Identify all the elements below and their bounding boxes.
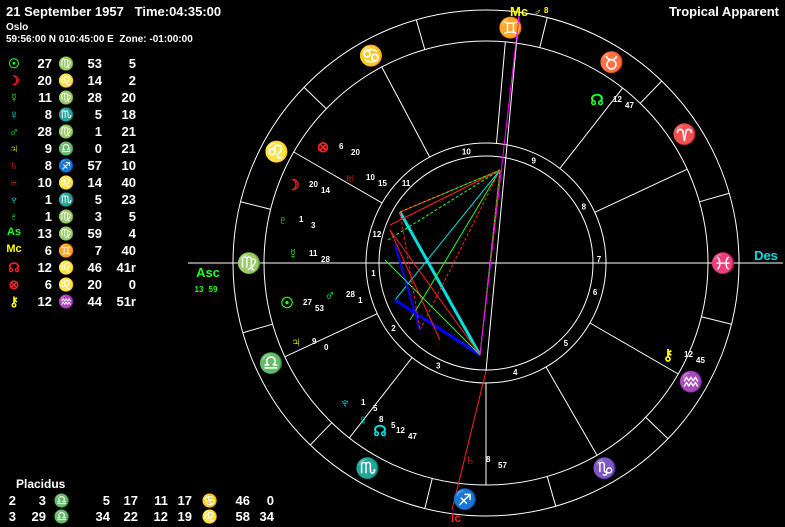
moon-minutes: 14 bbox=[321, 186, 330, 195]
cancer-sign-glyph: ♋ bbox=[359, 44, 384, 68]
sun-minutes: 53 bbox=[315, 304, 324, 313]
aries-sign-glyph: ♈ bbox=[672, 122, 697, 146]
house-number: 9 bbox=[532, 157, 537, 166]
scorpio-sign-glyph: ♏ bbox=[355, 456, 380, 480]
ic-label: Ic bbox=[451, 511, 461, 525]
mars-degree: 28 bbox=[346, 290, 355, 299]
sign-divider bbox=[240, 201, 271, 210]
chiron-glyph: ⚷ bbox=[663, 347, 674, 364]
uranus-degree: 10 bbox=[366, 173, 375, 182]
sign-divider bbox=[424, 478, 433, 509]
chiron-degree: 12 bbox=[684, 350, 693, 359]
node-minutes: 47 bbox=[408, 432, 417, 441]
sign-divider bbox=[309, 422, 333, 446]
mc-minutes: 8 bbox=[544, 6, 549, 15]
pisces-sign-glyph: ♓ bbox=[711, 251, 736, 275]
sign-divider bbox=[242, 323, 273, 334]
mars-minutes: 1 bbox=[358, 296, 363, 305]
chiron-minutes: 45 bbox=[696, 356, 705, 365]
house-number: 8 bbox=[582, 203, 587, 212]
sign-divider bbox=[546, 476, 557, 507]
sign-divider bbox=[699, 192, 730, 203]
jupiter-degree: 9 bbox=[312, 337, 317, 346]
node-in-taurus-glyph: ☊ bbox=[590, 92, 603, 109]
libra-sign-glyph: ♎ bbox=[259, 351, 284, 375]
virgo-sign-glyph: ♍ bbox=[237, 251, 262, 275]
sign-divider bbox=[539, 17, 548, 48]
house-number: 2 bbox=[391, 324, 396, 333]
aspect-line bbox=[394, 169, 501, 301]
node-glyph: ☊ bbox=[373, 423, 386, 440]
house-number: 3 bbox=[436, 361, 441, 370]
mc-ruler-glyph: ♂ bbox=[534, 7, 542, 18]
mercury-glyph: ☿ bbox=[287, 246, 298, 263]
aspect-line bbox=[419, 169, 501, 331]
moon-degree: 20 bbox=[309, 180, 318, 189]
neptune-glyph: ♆ bbox=[339, 395, 350, 412]
pof-glyph: ⊗ bbox=[317, 139, 330, 156]
jupiter-glyph: ♃ bbox=[290, 334, 301, 351]
des-label: Des bbox=[754, 248, 778, 263]
venus-glyph: ♀ bbox=[357, 412, 368, 429]
asc-minutes: 59 bbox=[209, 285, 218, 294]
sign-divider bbox=[645, 416, 669, 440]
aspect-line bbox=[389, 229, 481, 356]
house-cusp-line bbox=[381, 66, 431, 158]
pluto-glyph: ♇ bbox=[277, 212, 288, 229]
sign-divider bbox=[415, 19, 426, 50]
house-number: 11 bbox=[402, 179, 411, 188]
sign-divider bbox=[639, 80, 663, 104]
house-cusp-line bbox=[545, 366, 598, 456]
uranus-glyph: ♅ bbox=[344, 170, 355, 187]
house-number: 7 bbox=[597, 255, 602, 264]
house-cusp-line bbox=[495, 41, 506, 144]
node-degree: 12 bbox=[396, 426, 405, 435]
house-number: 6 bbox=[593, 288, 598, 297]
mercury-degree: 11 bbox=[309, 249, 318, 258]
natal-chart-wheel: 123456789101112♊♉♈♓♒♑♐♏♎♍♌♋Mc ♂ 8IcAsc13 59… bbox=[188, 4, 783, 525]
house-number: 5 bbox=[564, 339, 569, 348]
aspect-line bbox=[394, 298, 481, 357]
house-number: 4 bbox=[513, 368, 518, 377]
pluto-minutes: 3 bbox=[311, 221, 316, 230]
saturn-glyph: ♄ bbox=[464, 452, 475, 469]
sagittarius-sign-glyph: ♐ bbox=[453, 487, 478, 511]
capricorn-sign-glyph: ♑ bbox=[592, 456, 617, 480]
mercury-minutes: 28 bbox=[321, 255, 330, 264]
sign-divider bbox=[303, 86, 327, 110]
leo-sign-glyph: ♌ bbox=[264, 140, 289, 164]
uranus-minutes: 15 bbox=[378, 179, 387, 188]
pof-degree: 6 bbox=[339, 142, 344, 151]
taurus-sign-glyph: ♉ bbox=[599, 50, 624, 74]
neptune-minutes: 5 bbox=[373, 404, 378, 413]
pluto-degree: 1 bbox=[299, 215, 304, 224]
pof-minutes: 20 bbox=[351, 148, 360, 157]
aquarius-sign-glyph: ♒ bbox=[679, 370, 704, 394]
moon-glyph: ☽ bbox=[286, 177, 299, 194]
jupiter-minutes: 0 bbox=[324, 343, 329, 352]
house-number: 10 bbox=[462, 148, 471, 157]
house-cusp-line bbox=[594, 168, 688, 213]
asc-label: Asc bbox=[196, 265, 220, 280]
house-number: 1 bbox=[371, 269, 376, 278]
saturn-minutes: 57 bbox=[498, 461, 507, 470]
neptune-degree: 1 bbox=[361, 398, 366, 407]
node-in-taurus-minutes: 47 bbox=[625, 101, 634, 110]
sun-glyph: ☉ bbox=[280, 295, 293, 312]
asc-degree: 13 bbox=[195, 285, 204, 294]
saturn-degree: 8 bbox=[486, 455, 491, 464]
aspect-line bbox=[479, 15, 520, 356]
house-number: 12 bbox=[372, 230, 381, 239]
aspect-line bbox=[384, 259, 481, 356]
mars-glyph: ♂ bbox=[324, 287, 335, 304]
sign-divider bbox=[701, 316, 732, 325]
sun-degree: 27 bbox=[303, 298, 312, 307]
node-in-taurus-degree: 12 bbox=[613, 95, 622, 104]
